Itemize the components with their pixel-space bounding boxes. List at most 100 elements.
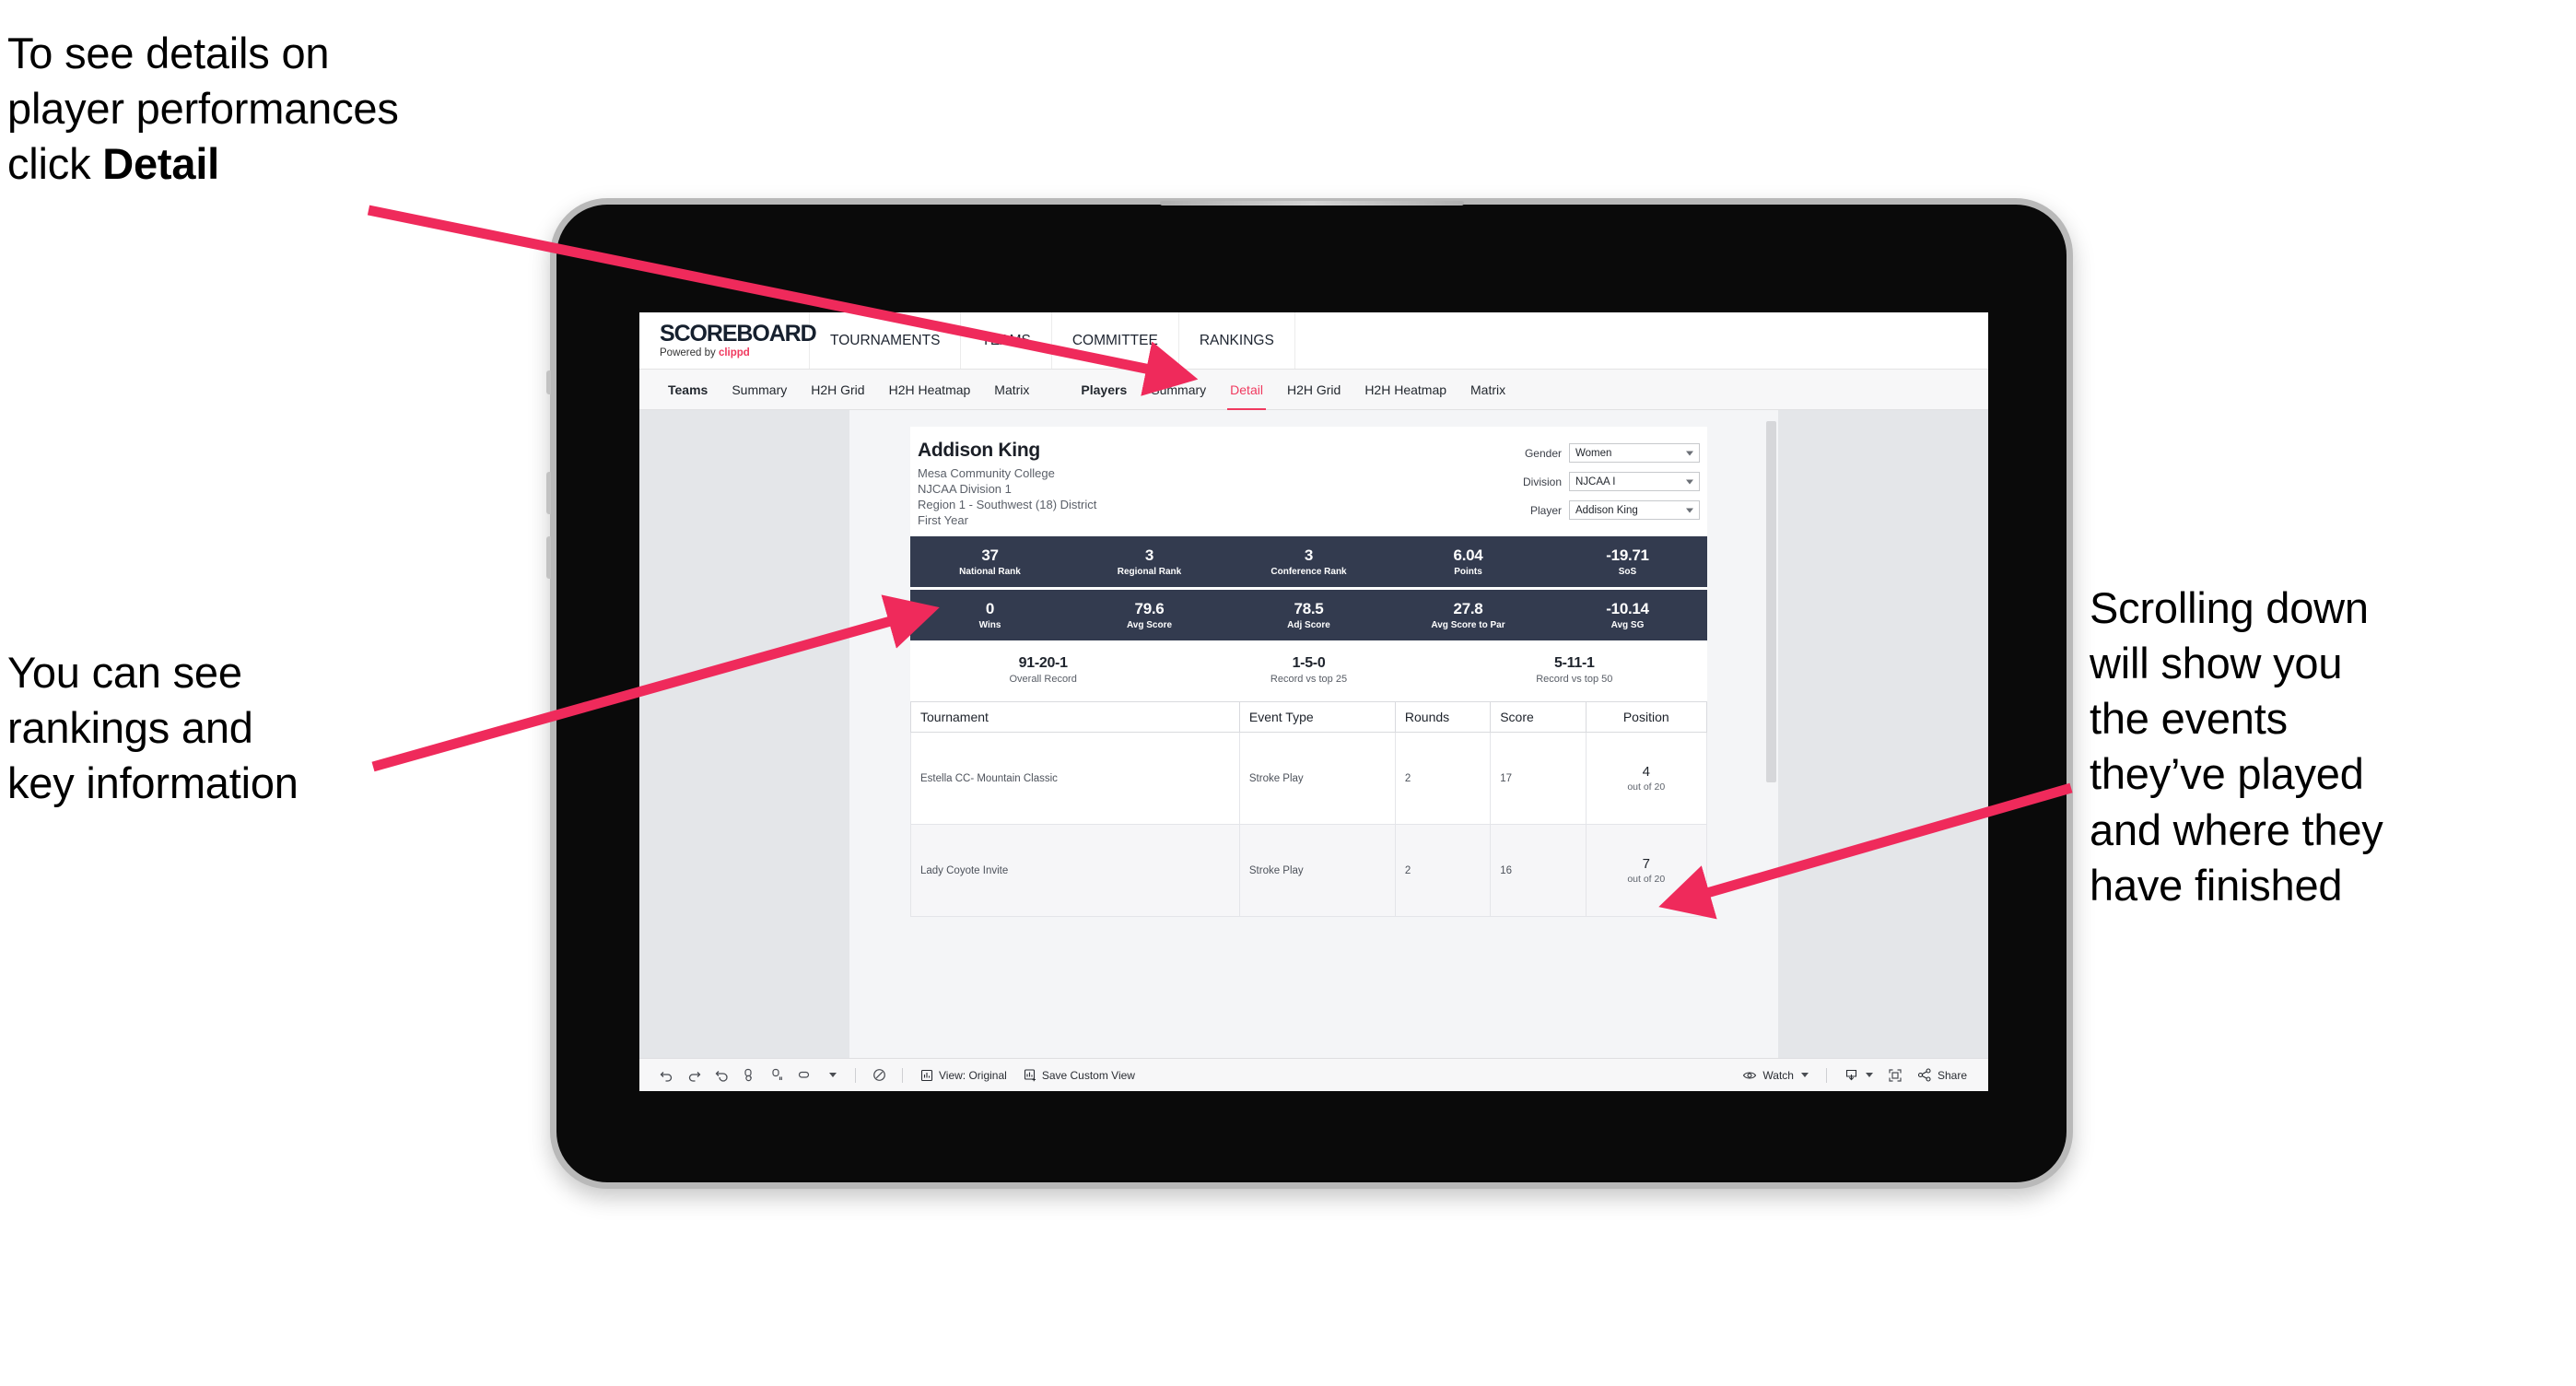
table-row[interactable]: Lady Coyote Invite Stroke Play 2 16 7 ou… — [910, 824, 1707, 917]
annotation-right-line6: have finished — [2090, 860, 2343, 910]
filter-select-player[interactable]: Addison King — [1569, 500, 1700, 520]
main-nav-item-rankings[interactable]: RANKINGS — [1179, 312, 1295, 369]
fullscreen-icon[interactable] — [1881, 1063, 1909, 1087]
filter-row-player: Player Addison King — [1505, 500, 1700, 520]
player-name: Addison King — [918, 440, 1040, 461]
stats-strip-performance: 0 Wins 79.6 Avg Score 78.5 Adj Score 27.… — [910, 590, 1707, 640]
watch-button[interactable]: Watch — [1734, 1063, 1817, 1087]
filter-label-gender: Gender — [1524, 446, 1562, 460]
sub-nav-players-detail[interactable]: Detail — [1218, 377, 1275, 411]
stat-label: Avg Score to Par — [1431, 619, 1505, 630]
annotation-right-line5: and where they — [2090, 805, 2383, 854]
record-vs-top-50: 5-11-1 Record vs top 50 — [1442, 655, 1707, 685]
pause-auto-update-icon[interactable] — [763, 1063, 790, 1087]
annotation-top-left-line2: player performances — [7, 84, 399, 134]
player-year: First Year — [918, 513, 968, 528]
annotation-top-left-line1: To see details on — [7, 29, 330, 77]
table-row[interactable]: Estella CC- Mountain Classic Stroke Play… — [910, 732, 1707, 825]
player-header: Addison King Mesa Community College NJCA… — [910, 427, 1707, 536]
annotation-right-line3: the events — [2090, 694, 2288, 744]
player-info: Addison King Mesa Community College NJCA… — [918, 440, 1505, 529]
sub-navigation: Teams Summary H2H Grid H2H Heatmap Matri… — [639, 370, 1988, 411]
stat-label: Points — [1454, 566, 1482, 577]
record-label: Overall Record — [1009, 674, 1077, 685]
cell-tournament: Estella CC- Mountain Classic — [910, 732, 1240, 825]
filter-select-division[interactable]: NJCAA I — [1569, 472, 1700, 491]
app-logo[interactable]: SCOREBOARD Powered by clippd — [639, 312, 817, 369]
chevron-down-icon[interactable] — [818, 1063, 846, 1087]
toolbar-divider — [1825, 1067, 1827, 1083]
sub-nav-teams[interactable]: Teams — [656, 377, 720, 403]
position-out-of: out of 20 — [1627, 874, 1666, 885]
sub-nav-players-summary[interactable]: Summary — [1139, 377, 1218, 403]
main-nav-item-teams[interactable]: TEAMS — [961, 312, 1052, 369]
stat-value: 6.04 — [1453, 546, 1483, 565]
tablet-screen: SCOREBOARD Powered by clippd TOURNAMENTS… — [639, 312, 1988, 1091]
sub-nav-players-h2h-heatmap[interactable]: H2H Heatmap — [1352, 377, 1458, 403]
save-custom-view-button[interactable]: Save Custom View — [1015, 1063, 1143, 1087]
sub-nav-players-matrix[interactable]: Matrix — [1458, 377, 1517, 403]
record-vs-top-25: 1-5-0 Record vs top 25 — [1176, 655, 1441, 685]
stat-points: 6.04 Points — [1388, 546, 1548, 576]
sub-nav-players[interactable]: Players — [1069, 377, 1139, 403]
refresh-data-icon[interactable] — [735, 1063, 763, 1087]
sub-nav-teams-h2h-grid[interactable]: H2H Grid — [799, 377, 876, 403]
sub-nav-teams-summary[interactable]: Summary — [720, 377, 799, 403]
chevron-down-icon — [1686, 451, 1693, 455]
revert-icon[interactable] — [708, 1063, 735, 1087]
stat-value: 37 — [981, 546, 999, 565]
download-icon — [1845, 1069, 1857, 1081]
tournaments-table: Tournament Event Type Rounds Score Posit… — [910, 701, 1707, 917]
stat-avg-score: 79.6 Avg Score — [1070, 600, 1229, 629]
pause-clock-icon[interactable] — [865, 1063, 893, 1087]
eye-icon — [1743, 1071, 1757, 1079]
column-header-score[interactable]: Score — [1490, 701, 1587, 733]
dashboard-sheet: Addison King Mesa Community College NJCA… — [849, 410, 1778, 1058]
scrollbar-thumb[interactable] — [1766, 421, 1776, 782]
sub-nav-teams-h2h-heatmap[interactable]: H2H Heatmap — [877, 377, 983, 403]
sub-nav-teams-matrix[interactable]: Matrix — [982, 377, 1041, 403]
stat-label: Wins — [978, 619, 1001, 630]
main-nav-item-tournaments[interactable]: TOURNAMENTS — [810, 312, 962, 369]
redo-icon[interactable] — [680, 1063, 708, 1087]
annotation-left-middle-line2: rankings and — [7, 703, 253, 753]
cell-score: 17 — [1490, 732, 1587, 825]
annotation-right: Scrolling down will show you the events … — [2090, 581, 2550, 913]
filter-value-player: Addison King — [1575, 504, 1638, 516]
undo-icon[interactable] — [652, 1063, 680, 1087]
view-original-button[interactable]: View: Original — [912, 1063, 1015, 1087]
record-value: 5-11-1 — [1554, 655, 1595, 671]
tablet-side-button-volume-up — [546, 472, 551, 514]
download-button[interactable] — [1836, 1063, 1881, 1087]
column-header-rounds[interactable]: Rounds — [1394, 701, 1492, 733]
column-header-tournament[interactable]: Tournament — [910, 701, 1240, 733]
stat-value: 0 — [985, 600, 995, 618]
column-header-event-type[interactable]: Event Type — [1238, 701, 1396, 733]
chevron-down-icon — [1686, 479, 1693, 484]
filter-value-gender: Women — [1575, 447, 1612, 459]
stat-avg-score-to-par: 27.8 Avg Score to Par — [1388, 600, 1548, 629]
stat-label: Adj Score — [1287, 619, 1330, 630]
content-scrollbar[interactable] — [1764, 410, 1778, 1058]
share-button[interactable]: Share — [1909, 1063, 1975, 1087]
bottom-toolbar: View: Original Save Custom View Watch Sh… — [639, 1058, 1988, 1091]
sub-nav-players-group: Players Summary Detail H2H Grid H2H Heat… — [1069, 377, 1517, 411]
stat-value: -10.14 — [1606, 600, 1649, 618]
filter-select-gender[interactable]: Women — [1569, 443, 1700, 463]
sub-nav-players-h2h-grid[interactable]: H2H Grid — [1275, 377, 1352, 403]
main-nav-item-committee[interactable]: COMMITTEE — [1052, 312, 1179, 369]
player-detail-card: Addison King Mesa Community College NJCA… — [910, 427, 1707, 917]
filter-pill-icon[interactable] — [790, 1063, 818, 1087]
records-row: 91-20-1 Overall Record 1-5-0 Record vs t… — [910, 640, 1707, 701]
stat-label: National Rank — [959, 566, 1021, 577]
app-logo-title: SCOREBOARD — [660, 320, 817, 346]
position-out-of: out of 20 — [1627, 781, 1666, 793]
annotation-right-line4: they’ve played — [2090, 749, 2364, 799]
stat-value: 27.8 — [1453, 600, 1483, 618]
annotation-left-middle: You can see rankings and key information — [7, 645, 486, 811]
app-header: SCOREBOARD Powered by clippd TOURNAMENTS… — [639, 312, 1988, 370]
annotation-right-line1: Scrolling down — [2090, 583, 2369, 632]
stats-strip-rankings: 37 National Rank 3 Regional Rank 3 Confe… — [910, 536, 1707, 587]
cell-position: 4 out of 20 — [1585, 732, 1707, 825]
column-header-position[interactable]: Position — [1585, 701, 1707, 733]
